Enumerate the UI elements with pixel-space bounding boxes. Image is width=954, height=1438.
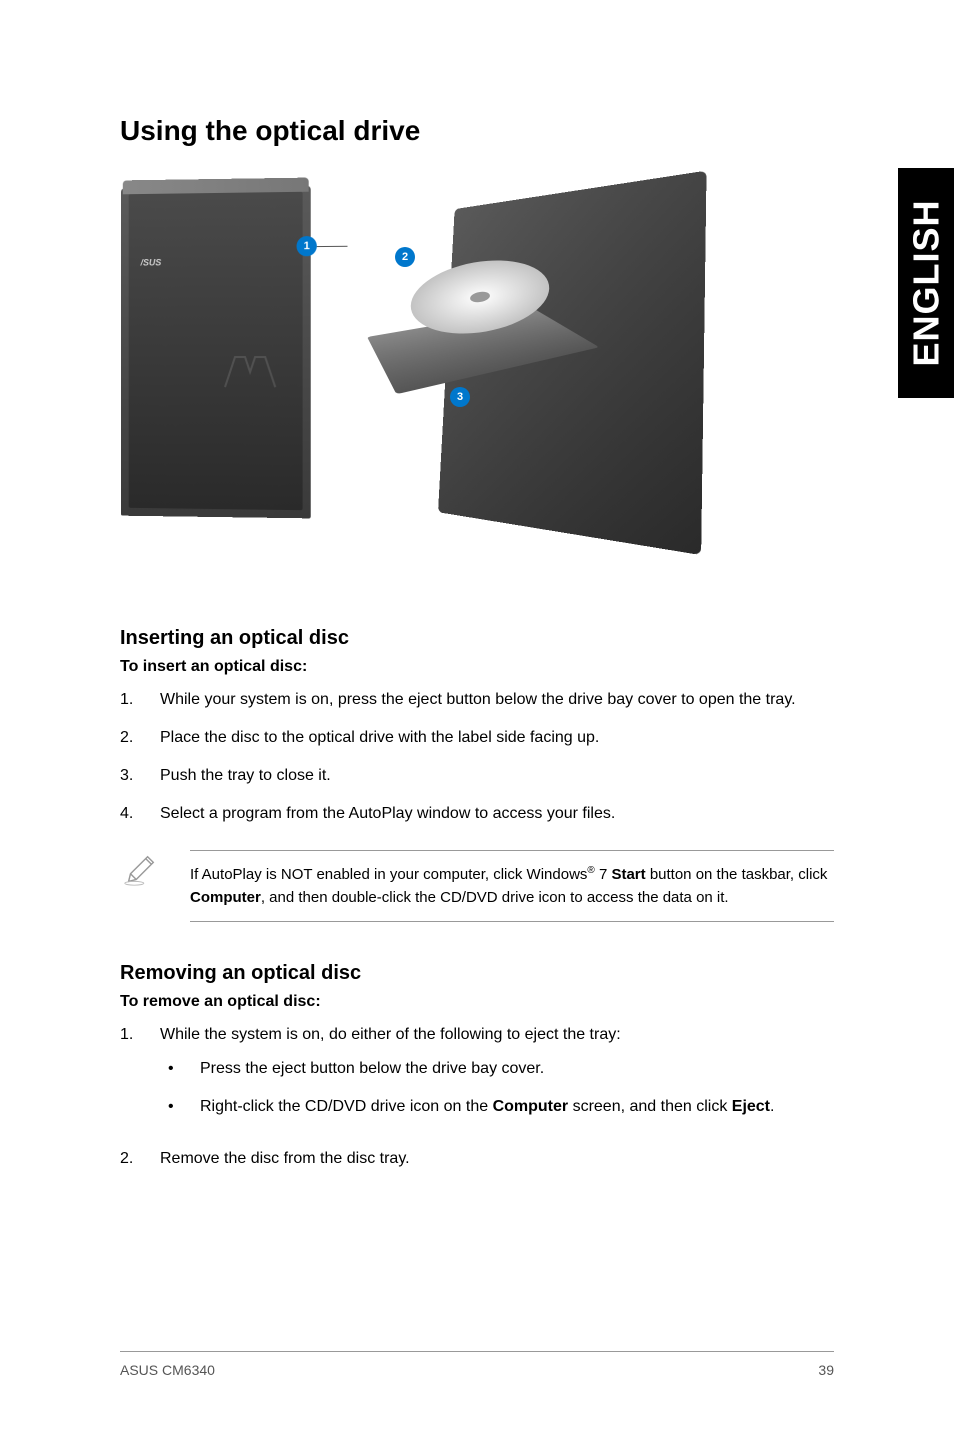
callout-1: 1 bbox=[297, 236, 317, 256]
page-content: Using the optical drive /SUS 1 2 3 Inser… bbox=[0, 0, 954, 1171]
step-number: 3. bbox=[120, 764, 160, 788]
page-title: Using the optical drive bbox=[120, 115, 834, 147]
insert-steps-list: 1. While your system is on, press the ej… bbox=[120, 688, 834, 826]
sublist-item: • Right-click the CD/DVD drive icon on t… bbox=[160, 1095, 834, 1119]
step-text: While your system is on, press the eject… bbox=[160, 688, 834, 712]
step-text: Select a program from the AutoPlay windo… bbox=[160, 802, 834, 826]
step-text: Place the disc to the optical drive with… bbox=[160, 726, 834, 750]
list-item: 2. Place the disc to the optical drive w… bbox=[120, 726, 834, 750]
sublist: • Press the eject button below the drive… bbox=[160, 1057, 834, 1119]
step-number: 1. bbox=[120, 688, 160, 712]
section-removing-heading: Removing an optical disc bbox=[120, 962, 834, 985]
illustration-row: /SUS 1 2 3 bbox=[120, 187, 834, 547]
section-inserting-subheading: To insert an optical disc: bbox=[120, 658, 834, 676]
footer-model: ASUS CM6340 bbox=[120, 1362, 215, 1378]
remove-steps-list: 1. While the system is on, do either of … bbox=[120, 1023, 834, 1171]
list-item: 1. While the system is on, do either of … bbox=[120, 1023, 834, 1133]
sublist-text: Right-click the CD/DVD drive icon on the… bbox=[200, 1095, 774, 1119]
list-item: 3. Push the tray to close it. bbox=[120, 764, 834, 788]
language-tab: ENGLISH bbox=[898, 168, 954, 398]
section-removing-subheading: To remove an optical disc: bbox=[120, 993, 834, 1011]
sublist-item: • Press the eject button below the drive… bbox=[160, 1057, 834, 1081]
page-footer: ASUS CM6340 39 bbox=[120, 1351, 834, 1378]
step-number: 1. bbox=[120, 1023, 160, 1133]
list-item: 1. While your system is on, press the ej… bbox=[120, 688, 834, 712]
list-item: 2. Remove the disc from the disc tray. bbox=[120, 1147, 834, 1171]
tower-open-image: 2 3 bbox=[350, 187, 700, 527]
step-text: While the system is on, do either of the… bbox=[160, 1023, 834, 1133]
note-box: If AutoPlay is NOT enabled in your compu… bbox=[120, 850, 834, 922]
footer-page-number: 39 bbox=[818, 1362, 834, 1378]
step-text: Remove the disc from the disc tray. bbox=[160, 1147, 834, 1171]
asus-logo-icon bbox=[220, 347, 280, 397]
pencil-icon bbox=[120, 850, 160, 890]
step-number: 2. bbox=[120, 726, 160, 750]
tower-closed-image: /SUS 1 bbox=[121, 186, 311, 519]
section-inserting-heading: Inserting an optical disc bbox=[120, 627, 834, 650]
note-text: If AutoPlay is NOT enabled in your compu… bbox=[190, 850, 834, 922]
step-number: 2. bbox=[120, 1147, 160, 1171]
sublist-text: Press the eject button below the drive b… bbox=[200, 1057, 544, 1081]
bullet: • bbox=[160, 1057, 200, 1081]
callout-2: 2 bbox=[395, 247, 415, 267]
bullet: • bbox=[160, 1095, 200, 1119]
callout-3: 3 bbox=[450, 387, 470, 407]
list-item: 4. Select a program from the AutoPlay wi… bbox=[120, 802, 834, 826]
language-tab-text: ENGLISH bbox=[905, 199, 947, 366]
step-number: 4. bbox=[120, 802, 160, 826]
step-text: Push the tray to close it. bbox=[160, 764, 834, 788]
